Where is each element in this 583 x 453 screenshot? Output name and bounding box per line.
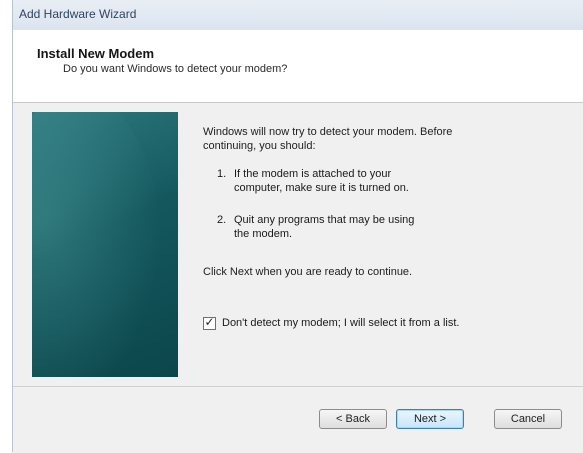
step-number: 2.	[217, 214, 227, 226]
step-text: Quit any programs that may be using the …	[234, 214, 415, 240]
next-button[interactable]: Next >	[396, 409, 464, 429]
dont-detect-checkbox-label[interactable]: Don't detect my modem; I will select it …	[222, 316, 459, 330]
instruction-text: Click Next when you are ready to continu…	[203, 266, 413, 278]
side-banner-image	[32, 112, 178, 377]
wizard-footer: < Back Next > Cancel	[13, 386, 583, 453]
dont-detect-checkbox[interactable]: ✓	[203, 315, 216, 330]
window-title: Add Hardware Wizard	[19, 7, 137, 21]
wizard-window: Add Hardware Wizard Install New Modem Do…	[12, 0, 583, 453]
checkmark-icon: ✓	[204, 315, 215, 329]
wizard-header: Install New Modem Do you want Windows to…	[13, 30, 583, 103]
wizard-content: Windows will now try to detect your mode…	[13, 103, 583, 385]
title-bar[interactable]: Add Hardware Wizard	[13, 0, 583, 30]
cancel-button[interactable]: Cancel	[494, 409, 562, 429]
step-number: 1.	[217, 168, 227, 180]
side-banner-shade	[32, 112, 162, 377]
back-button[interactable]: < Back	[319, 409, 387, 429]
page-subheading: Do you want Windows to detect your modem…	[63, 63, 288, 75]
page-heading: Install New Modem	[37, 46, 155, 61]
intro-text: Windows will now try to detect your mode…	[203, 126, 453, 152]
step-text: If the modem is attached to your compute…	[234, 168, 409, 194]
